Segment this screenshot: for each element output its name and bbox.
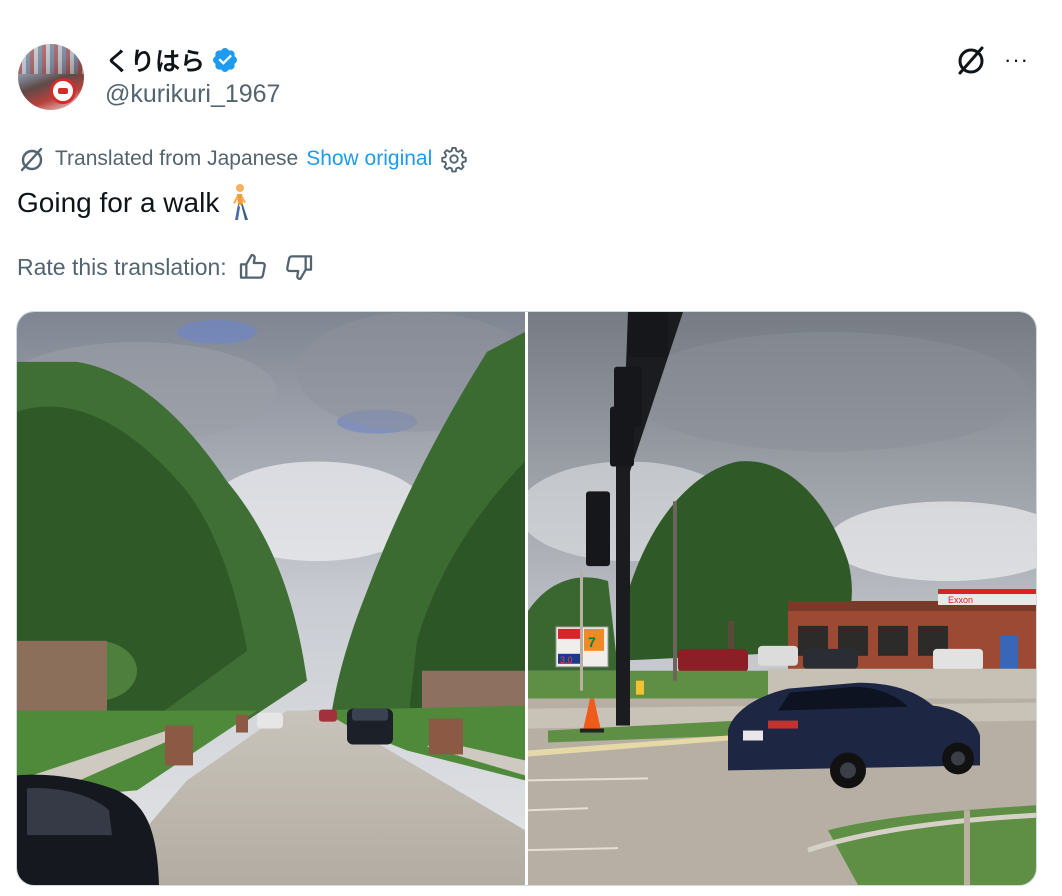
display-name-text: くりはら [105,48,206,76]
thumbs-down-icon[interactable] [283,251,315,283]
rate-translation: Rate this translation: [17,251,315,283]
user-handle[interactable]: @kurikuri_1967 [105,80,280,109]
price-sign: 3.0 [560,655,573,665]
show-original-link[interactable]: Show original [306,147,432,171]
translate-icon[interactable] [953,42,989,78]
tweet-text-content: Going for a walk [17,187,220,218]
translation-notice: Translated from Japanese Show original [17,144,468,174]
translated-label: Translated from Japanese [55,147,299,170]
thumbs-up-icon[interactable] [237,251,269,283]
person-walking-emoji [233,184,249,220]
exxon-canopy-sign: Exxon [948,595,973,605]
tweet-text: Going for a walk [17,183,251,223]
media-grid: Exxon 7 3.0 [16,311,1037,886]
street-scene-image [17,312,525,885]
tree-lined-street-photo[interactable] [17,312,525,885]
display-name[interactable]: くりはら [105,42,239,78]
profile-avatar[interactable] [18,44,84,110]
avatar-background [18,44,84,74]
verified-badge-icon [213,48,237,72]
intersection-scene-image: Exxon 7 3.0 [528,312,1036,885]
more-options-icon[interactable]: ··· [1004,48,1034,72]
seven-eleven-sign: 7 [588,634,596,650]
gas-station-intersection-photo[interactable]: Exxon 7 3.0 [528,312,1036,885]
translate-small-icon [20,147,43,172]
gear-icon[interactable] [440,145,468,173]
rate-label: Rate this translation: [17,253,227,280]
avatar-badge [50,78,76,104]
